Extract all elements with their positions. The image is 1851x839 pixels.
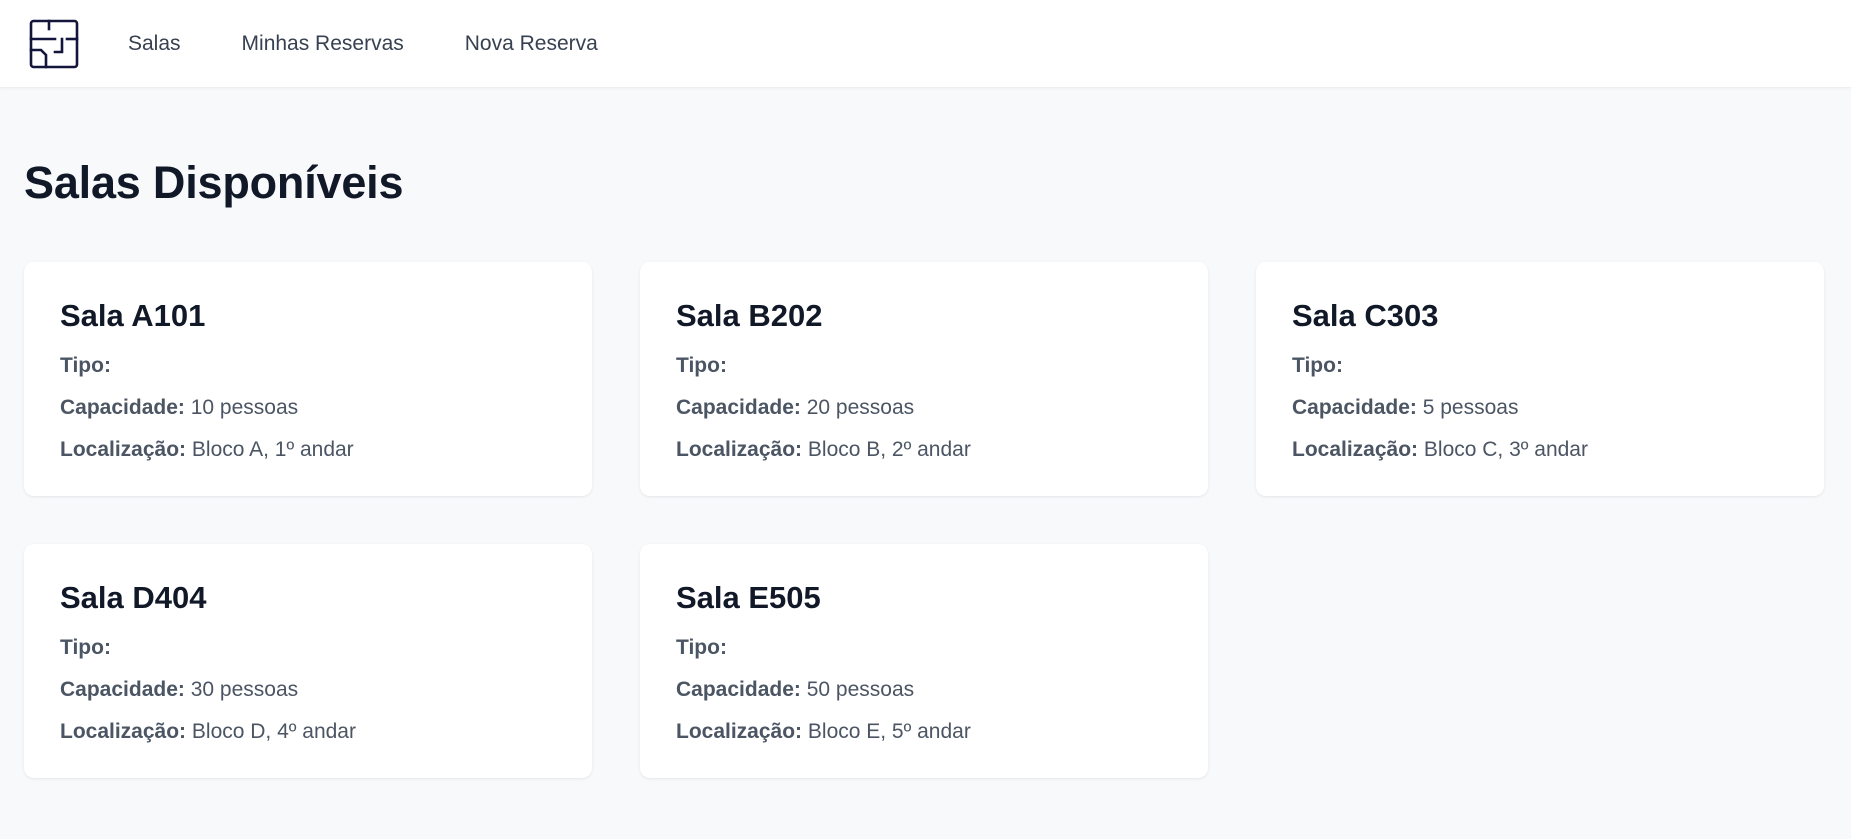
room-location-value: Bloco D, 4º andar xyxy=(191,720,356,743)
room-capacity-value: 20 pessoas xyxy=(806,396,915,419)
room-type-row: Tipo: xyxy=(676,345,1172,387)
room-type-row: Tipo: xyxy=(60,345,556,387)
room-name: Sala C303 xyxy=(1292,298,1439,333)
nav-link-nova-reserva[interactable]: Nova Reserva xyxy=(465,32,598,56)
room-capacity-row: Capacidade: 10 pessoas xyxy=(60,387,556,429)
room-capacity-row: Capacidade: 20 pessoas xyxy=(676,387,1172,429)
room-location-row: Localização: Bloco A, 1º andar xyxy=(60,429,556,471)
top-navbar: Salas Minhas Reservas Nova Reserva xyxy=(0,0,1851,88)
room-capacity-value: 10 pessoas xyxy=(190,396,299,419)
room-type-row: Tipo: xyxy=(60,627,556,669)
nav-link-minhas-reservas[interactable]: Minhas Reservas xyxy=(242,32,404,56)
room-location-row: Localização: Bloco E, 5º andar xyxy=(676,711,1172,753)
room-capacity-row: Capacidade: 50 pessoas xyxy=(676,669,1172,711)
room-location-value: Bloco B, 2º andar xyxy=(807,438,971,461)
room-name: Sala A101 xyxy=(60,298,206,333)
room-location-label: Localização: xyxy=(60,720,187,743)
room-cards-grid: Sala A101 Tipo: Capacidade: 10 pessoas L… xyxy=(24,262,1827,778)
room-capacity-label: Capacidade: xyxy=(1292,396,1417,419)
room-card[interactable]: Sala A101 Tipo: Capacidade: 10 pessoas L… xyxy=(24,262,592,496)
room-capacity-value: 5 pessoas xyxy=(1422,396,1519,419)
nav-link-salas[interactable]: Salas xyxy=(128,32,181,56)
floor-plan-icon[interactable] xyxy=(28,18,80,70)
room-location-label: Localização: xyxy=(676,720,803,743)
room-location-label: Localização: xyxy=(676,438,803,461)
room-location-value: Bloco C, 3º andar xyxy=(1423,438,1588,461)
room-capacity-value: 30 pessoas xyxy=(190,678,299,701)
room-location-value: Bloco E, 5º andar xyxy=(807,720,971,743)
room-capacity-row: Capacidade: 5 pessoas xyxy=(1292,387,1788,429)
room-location-row: Localização: Bloco D, 4º andar xyxy=(60,711,556,753)
room-location-label: Localização: xyxy=(1292,438,1419,461)
room-capacity-label: Capacidade: xyxy=(676,678,801,701)
room-card[interactable]: Sala B202 Tipo: Capacidade: 20 pessoas L… xyxy=(640,262,1208,496)
room-name: Sala E505 xyxy=(676,580,821,615)
room-capacity-label: Capacidade: xyxy=(676,396,801,419)
room-capacity-label: Capacidade: xyxy=(60,678,185,701)
room-location-label: Localização: xyxy=(60,438,187,461)
room-type-row: Tipo: xyxy=(1292,345,1788,387)
main-content: Salas Disponíveis Sala A101 Tipo: Capaci… xyxy=(0,160,1851,778)
room-location-row: Localização: Bloco B, 2º andar xyxy=(676,429,1172,471)
room-type-label: Tipo: xyxy=(676,636,727,659)
room-location-value: Bloco A, 1º andar xyxy=(191,438,354,461)
room-type-label: Tipo: xyxy=(60,354,111,377)
room-type-label: Tipo: xyxy=(1292,354,1343,377)
room-type-label: Tipo: xyxy=(60,636,111,659)
room-type-label: Tipo: xyxy=(676,354,727,377)
room-name: Sala D404 xyxy=(60,580,207,615)
room-card[interactable]: Sala E505 Tipo: Capacidade: 50 pessoas L… xyxy=(640,544,1208,778)
room-card[interactable]: Sala D404 Tipo: Capacidade: 30 pessoas L… xyxy=(24,544,592,778)
room-capacity-label: Capacidade: xyxy=(60,396,185,419)
page-title: Salas Disponíveis xyxy=(24,157,404,208)
room-type-row: Tipo: xyxy=(676,627,1172,669)
room-card[interactable]: Sala C303 Tipo: Capacidade: 5 pessoas Lo… xyxy=(1256,262,1824,496)
room-capacity-value: 50 pessoas xyxy=(806,678,915,701)
main-nav: Salas Minhas Reservas Nova Reserva xyxy=(128,32,659,56)
room-name: Sala B202 xyxy=(676,298,823,333)
room-capacity-row: Capacidade: 30 pessoas xyxy=(60,669,556,711)
room-location-row: Localização: Bloco C, 3º andar xyxy=(1292,429,1788,471)
